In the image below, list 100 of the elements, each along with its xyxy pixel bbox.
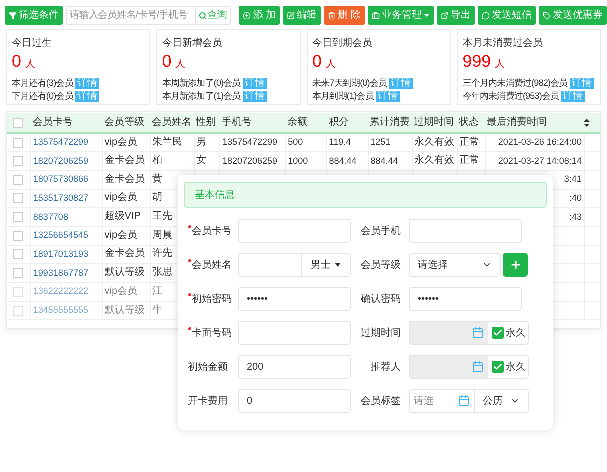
checkbox[interactable] xyxy=(492,327,504,339)
stat-title: 今日过生 xyxy=(12,36,53,51)
checkbox[interactable] xyxy=(13,306,23,316)
input-field[interactable]: 200 xyxy=(238,355,351,379)
checkbox[interactable] xyxy=(13,268,23,278)
card-number-link[interactable]: 13256654545 xyxy=(33,230,88,240)
detail-link[interactable]: 详情 xyxy=(376,91,400,102)
stat-title: 今日到期会员 xyxy=(312,36,374,51)
pen-square-icon xyxy=(287,12,296,20)
search-button[interactable]: 查询 xyxy=(195,7,230,24)
table-cell: vip会员 xyxy=(104,230,138,241)
field-label: 会员卡号 xyxy=(188,224,232,238)
edit-button[interactable]: 编辑 xyxy=(283,6,322,25)
checkbox[interactable] xyxy=(492,361,504,373)
checkbox-label: 永久 xyxy=(506,360,526,374)
checkbox[interactable] xyxy=(13,212,23,222)
date-field[interactable]: 永久 xyxy=(409,355,529,379)
table-cell: 金卡会员 xyxy=(104,248,145,260)
stat-count: 0 xyxy=(162,53,172,71)
column-header: 最后消费时间 xyxy=(485,113,584,133)
checkbox[interactable] xyxy=(13,174,23,185)
stat-detail: 未来7天到期(0)会员 xyxy=(312,76,388,90)
stat-count: 0 xyxy=(12,53,22,71)
card-number-link[interactable]: 18917013193 xyxy=(33,248,88,259)
stat-title: 今日新增会员 xyxy=(162,36,224,51)
table-cell: 884.44 xyxy=(329,156,357,166)
detail-link[interactable]: 详情 xyxy=(75,78,100,89)
level-select[interactable]: 请选择 xyxy=(409,253,501,277)
detail-link[interactable]: 详情 xyxy=(570,78,594,89)
menu-button[interactable]: 业务管理 xyxy=(368,6,434,25)
sms-button[interactable]: 发送短信 xyxy=(478,6,536,25)
checkbox[interactable] xyxy=(13,138,23,148)
table-cell: vip会员 xyxy=(104,192,138,204)
export-button[interactable]: 导出 xyxy=(437,6,475,25)
table-cell: 男 xyxy=(196,136,207,148)
table-cell: 张思 xyxy=(152,267,173,278)
card-number-link[interactable]: 18075730866 xyxy=(33,174,88,184)
input-field[interactable] xyxy=(238,321,351,345)
table-cell: 女 xyxy=(196,155,207,166)
input-field[interactable]: 0 xyxy=(238,389,351,413)
field-label: 会员等级 xyxy=(361,258,401,272)
card-number-link[interactable]: 13575472299 xyxy=(33,137,88,148)
card-number-link[interactable]: 13622222222 xyxy=(33,286,88,296)
plus-icon xyxy=(510,259,522,271)
column-header: 过期时间 xyxy=(412,113,458,133)
checkbox[interactable] xyxy=(13,230,23,241)
stat-detail: 本月还有(3)会员 xyxy=(12,76,74,90)
card-number-link[interactable]: 18207206259 xyxy=(33,156,88,166)
detail-link[interactable]: 详情 xyxy=(75,91,100,102)
table-cell: 许先 xyxy=(152,248,173,260)
table-cell: 1000 xyxy=(288,156,308,166)
coupon-button[interactable]: 发送优惠券 xyxy=(539,6,607,25)
field-label: 过期时间 xyxy=(361,326,401,340)
table-cell: 王先 xyxy=(152,211,173,222)
table-cell: 柏 xyxy=(152,155,163,166)
checkbox[interactable] xyxy=(13,118,23,128)
input-field[interactable] xyxy=(409,219,522,243)
filter-button[interactable]: 筛选条件 xyxy=(5,6,63,25)
detail-link[interactable]: 详情 xyxy=(242,78,267,89)
column-header: 手机号 xyxy=(220,113,286,133)
table-cell: 永久有效 xyxy=(414,155,455,166)
table-cell: 119.4 xyxy=(329,137,352,148)
checkbox[interactable] xyxy=(13,193,23,204)
card-number-link[interactable]: 15351730827 xyxy=(33,192,88,203)
table-cell: 默认等级 xyxy=(104,267,145,278)
table-cell: 正常 xyxy=(460,155,480,166)
detail-link[interactable]: 详情 xyxy=(389,78,414,89)
add-button[interactable]: 添 加 xyxy=(239,6,280,25)
table-cell: 2021-03-27 14:08:14 xyxy=(498,156,582,166)
detail-link[interactable]: 详情 xyxy=(242,91,267,102)
stat-title: 本月未消费过会员 xyxy=(462,36,544,51)
input-field[interactable] xyxy=(238,253,302,277)
table-cell: 500 xyxy=(288,137,304,148)
table-cell: vip会员 xyxy=(104,286,138,297)
delete-button[interactable]: 删 除 xyxy=(324,6,365,25)
input-field[interactable]: •••••• xyxy=(409,287,522,311)
column-header: 状态 xyxy=(457,113,486,133)
plus-circle-icon xyxy=(243,12,252,20)
card-number-link[interactable]: 19931867787 xyxy=(33,268,88,278)
detail-link[interactable]: 详情 xyxy=(561,91,586,102)
stat-unit: 人 xyxy=(176,58,186,72)
sort-icon xyxy=(584,118,590,126)
table-cell: 884.44 xyxy=(370,156,398,166)
search-field[interactable]: 请输入会员姓名/卡号/手机号 查询 xyxy=(66,6,232,25)
gender-select[interactable]: 男士 xyxy=(302,253,351,277)
checkbox[interactable] xyxy=(13,156,23,166)
table-cell: 江 xyxy=(152,286,163,297)
card-number-link[interactable]: 13455555555 xyxy=(33,305,88,316)
input-field[interactable] xyxy=(238,219,351,243)
input-field[interactable]: •••••• xyxy=(238,287,351,311)
checkbox[interactable] xyxy=(13,249,23,260)
checkbox[interactable] xyxy=(13,286,23,297)
card-number-link[interactable]: 8837708 xyxy=(33,212,68,222)
trash-icon xyxy=(328,12,336,20)
add-button[interactable] xyxy=(503,253,528,277)
field-label: 会员手机 xyxy=(361,224,401,238)
date-field[interactable]: 永久 xyxy=(409,321,529,345)
tag-icon xyxy=(543,12,551,20)
stat-count: 999 xyxy=(462,53,492,71)
checkbox-label: 永久 xyxy=(506,326,526,340)
